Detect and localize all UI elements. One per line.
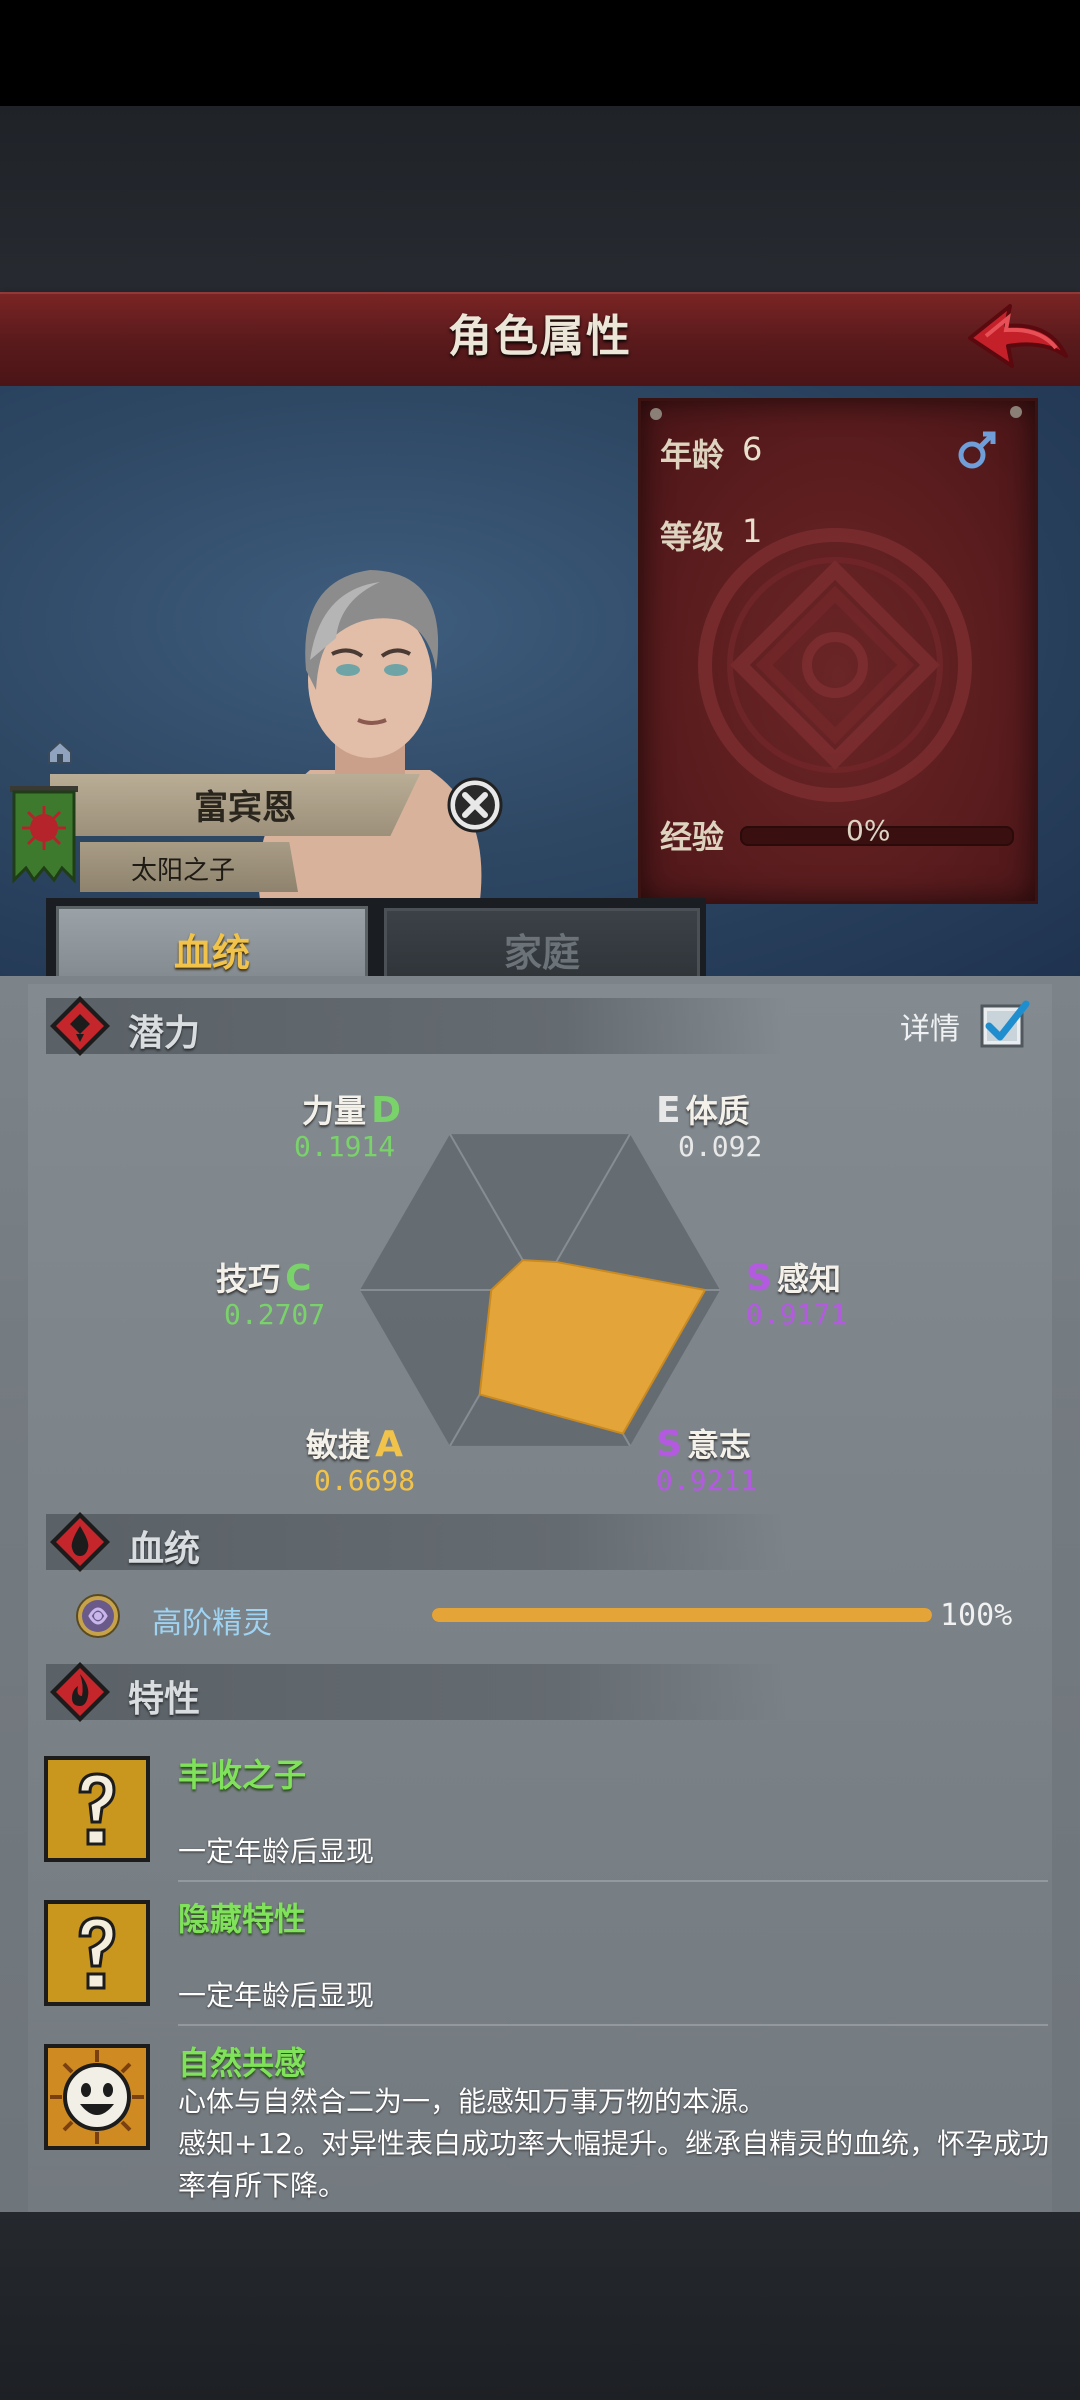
status-bar-area [0,0,1080,106]
rivet [650,408,662,420]
character-title: 太阳之子 [130,856,235,886]
value-agility: 0.6698 [314,1464,416,1497]
question-mark-icon [44,1756,150,1862]
bloodline-percent: 100% [940,1598,1013,1633]
flame-icon [50,1662,110,1722]
age-value: 6 [742,430,763,468]
stat-perception: S 感知 [746,1254,841,1300]
stat-name-constitution: 体质 [685,1092,750,1130]
grade-agility: A [375,1424,403,1465]
traits-title: 特性 [128,1679,201,1720]
bloodline-progress-bar [432,1608,932,1622]
tab-family-label: 家庭 [503,931,580,975]
potential-title: 潜力 [128,1013,201,1054]
trait-name: 自然共感 [178,2044,307,2082]
rivet [1010,406,1022,418]
back-arrow-icon [968,304,1068,368]
details-checkbox[interactable] [978,998,1030,1050]
value-constitution: 0.092 [678,1130,763,1163]
potential-icon [50,996,110,1056]
details-label: 详情 [900,1012,960,1047]
house-icon [48,740,72,764]
value-skill: 0.2707 [224,1298,326,1331]
question-mark-icon [44,1900,150,2006]
page-title: 角色属性 [448,311,632,362]
trait-divider [178,2024,1048,2026]
celtic-knot-emblem [698,528,972,802]
value-strength: 0.1914 [294,1130,396,1163]
stat-constitution: E 体质 [656,1086,750,1132]
stat-name-will: 意志 [687,1426,752,1464]
bottom-backdrop [0,2212,1080,2400]
bloodline-title: 血统 [128,1529,201,1570]
value-perception: 0.9171 [746,1298,848,1331]
trait-desc-line1: 心体与自然合二为一，能感知万事万物的本源。 [178,2085,767,2118]
trait-desc-line3: 率有所下降。 [178,2169,347,2202]
blood-drop-icon [50,1512,110,1572]
stat-name-skill: 技巧 [216,1260,281,1298]
bloodline-name: 高阶精灵 [152,1606,272,1641]
elf-bloodline-icon [76,1594,120,1638]
character-name: 富宾恩 [194,788,296,828]
grade-constitution: E [656,1090,681,1131]
age-label: 年龄 [660,436,725,474]
trait-desc-line2: 感知+12。对异性表白成功率大幅提升。继承自精灵的血统，怀孕成功 [178,2127,1050,2160]
stat-name-strength: 力量 [302,1092,367,1130]
value-will: 0.9211 [656,1464,758,1497]
stat-name-agility: 敏捷 [306,1426,371,1464]
tab-bloodline-label: 血统 [173,931,250,975]
trait-name: 丰收之子 [178,1756,307,1794]
stat-agility: 敏捷 A [306,1420,403,1466]
trait-divider [178,1880,1048,1882]
back-button[interactable] [966,300,1070,374]
stat-skill: 技巧 C [216,1254,312,1300]
stat-name-perception: 感知 [777,1260,842,1298]
smiling-face-icon [44,2044,150,2150]
exp-value: 0% [846,814,891,847]
trait-desc: 一定年龄后显现 [178,1979,375,2012]
level-value: 1 [742,512,763,550]
stat-will: S 意志 [656,1420,751,1466]
top-backdrop [0,106,1080,294]
level-label: 等级 [660,518,725,556]
grade-skill: C [285,1258,312,1299]
trait-name: 隐藏特性 [178,1900,307,1938]
exp-label: 经验 [660,818,725,856]
grade-perception: S [746,1258,772,1299]
stat-strength: 力量 D [302,1086,401,1132]
close-icon[interactable] [446,776,504,834]
trait-desc: 一定年龄后显现 [178,1835,375,1868]
bloodline-progress-fill [432,1608,932,1622]
clan-banner-icon [10,786,78,884]
male-icon [958,431,996,469]
grade-will: S [656,1424,682,1465]
grade-strength: D [371,1090,401,1131]
